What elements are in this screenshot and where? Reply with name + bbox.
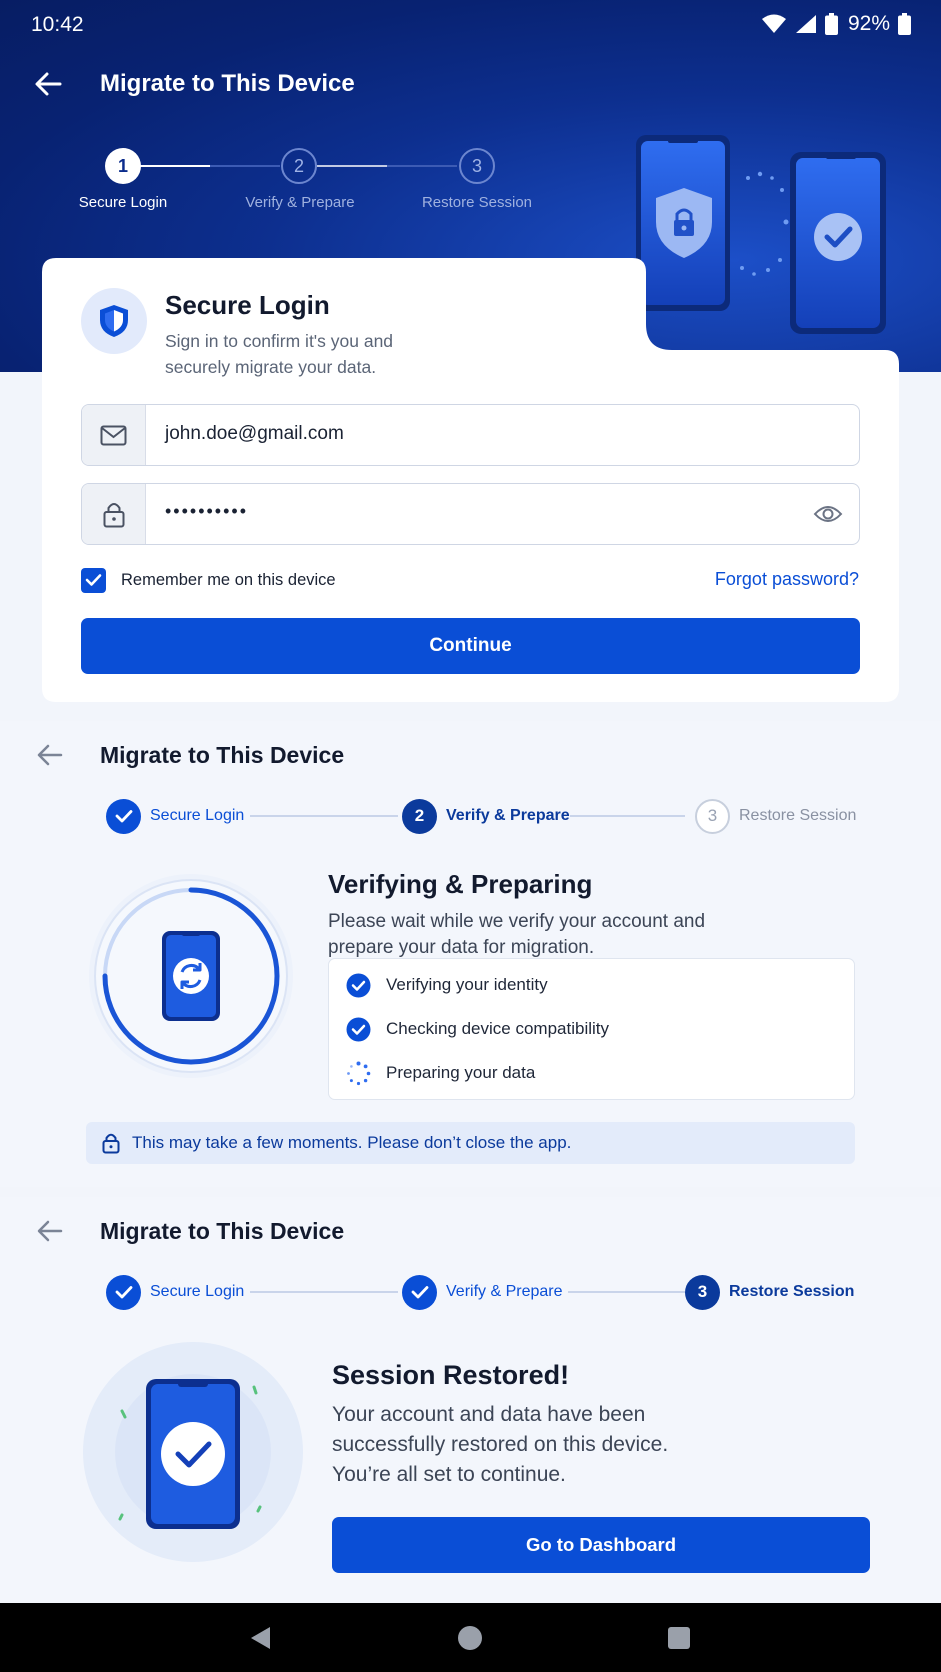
status-bar: 10:42 92%	[0, 0, 941, 50]
forgot-password-link[interactable]: Forgot password?	[715, 569, 859, 590]
page-title: Migrate to This Device	[100, 742, 345, 768]
spinner-icon	[347, 1061, 371, 1085]
remember-me-checkbox[interactable]: Remember me on this device	[81, 567, 336, 593]
battery-percent: 92%	[847, 12, 890, 35]
nav-recents-icon[interactable]	[664, 1623, 694, 1653]
step-secure-login: Secure Login	[106, 798, 244, 834]
step-done-circle	[106, 1274, 141, 1310]
check-icon	[346, 1017, 371, 1041]
step-label: Restore Session	[739, 807, 857, 824]
status-time: 10:42	[31, 13, 84, 36]
step-verify-prepare: 2 Verify & Prepare	[402, 798, 570, 834]
back-arrow-icon[interactable]	[32, 68, 64, 100]
email-value[interactable]: john.doe@gmail.com	[165, 423, 344, 445]
step-verify-prepare: Verify & Prepare	[402, 1274, 563, 1310]
stepper-line	[250, 815, 398, 817]
verification-checklist: Verifying your identity Checking device …	[328, 958, 855, 1100]
app-frame: 10:42 92% Migrate to This Device 1 2 3 S…	[0, 0, 941, 1672]
mail-icon	[100, 425, 127, 445]
login-card: Secure Login Sign in to confirm it's you…	[42, 258, 899, 702]
checklist-label: Verifying your identity	[386, 975, 548, 994]
list-item: Checking device compatibility	[346, 1016, 609, 1042]
step-3-circle: 3	[459, 148, 495, 184]
stepper-line	[568, 1291, 685, 1293]
checkbox-box[interactable]	[81, 567, 106, 593]
step-label: Verify & Prepare	[446, 807, 570, 824]
hero-stepper: 1 2 3 Secure Login Verify & Prepare Rest…	[0, 148, 600, 218]
step-secure-login: Secure Login	[106, 1274, 244, 1310]
app-bar: Migrate to This Device	[0, 58, 941, 108]
checkbox-check-icon	[85, 574, 102, 586]
login-card-subtitle: Sign in to confirm it's you and securely…	[165, 331, 394, 377]
back-arrow-icon[interactable]	[34, 1215, 66, 1247]
list-item: Verifying your identity	[346, 972, 548, 998]
step-3-label: Restore Session	[421, 194, 533, 211]
nav-back-icon[interactable]	[246, 1623, 276, 1653]
check-icon	[411, 1286, 428, 1299]
success-illustration	[83, 1342, 303, 1562]
check-icon	[346, 973, 371, 997]
page-title: Migrate to This Device	[100, 1218, 345, 1244]
step-done-circle	[402, 1274, 437, 1310]
verify-section: Migrate to This Device Secure Login 2 Ve…	[0, 721, 941, 1187]
verify-heading: Verifying & Preparing	[328, 869, 593, 899]
step-1-circle: 1	[105, 148, 141, 184]
step-done-circle	[106, 798, 141, 834]
shield-icon	[100, 305, 128, 337]
battery-icon	[824, 13, 838, 35]
login-card-title: Secure Login	[165, 290, 330, 320]
restore-description: Your account and data have been successf…	[332, 1403, 669, 1486]
stepper-line	[570, 815, 685, 817]
remember-me-label: Remember me on this device	[121, 570, 336, 589]
step-idle-circle: 3	[695, 798, 730, 834]
continue-button[interactable]: Continue	[81, 618, 860, 674]
notice-banner: This may take a few moments. Please don’…	[86, 1122, 855, 1164]
step-label: Secure Login	[150, 807, 245, 824]
shield-badge	[81, 288, 147, 354]
battery-icon	[898, 13, 911, 35]
restore-heading: Session Restored!	[332, 1360, 570, 1390]
step-current-circle: 2	[402, 798, 437, 834]
step-current-circle: 3	[685, 1274, 720, 1310]
step-label: Verify & Prepare	[446, 1283, 563, 1300]
step-restore-session: 3 Restore Session	[685, 1274, 854, 1310]
signal-icon	[795, 15, 816, 33]
system-nav-bar	[0, 1603, 941, 1672]
step-label: Secure Login	[150, 1283, 245, 1300]
lock-icon	[103, 502, 124, 527]
restore-section: Migrate to This Device Secure Login Veri…	[0, 1197, 941, 1603]
step-restore-session: 3 Restore Session	[695, 798, 856, 834]
verify-description: Please wait while we verify your account…	[328, 911, 706, 958]
password-field[interactable]: ••••••••••	[81, 483, 860, 545]
progress-ring-illustration	[89, 874, 293, 1078]
page-title: Migrate to This Device	[100, 70, 355, 97]
go-to-dashboard-button[interactable]: Go to Dashboard	[332, 1517, 870, 1573]
email-field[interactable]: john.doe@gmail.com	[81, 404, 860, 466]
stepper-line	[387, 165, 457, 167]
step-label: Restore Session	[729, 1283, 855, 1300]
stepper-line	[210, 165, 280, 167]
list-item: Preparing your data	[346, 1060, 535, 1086]
lock-icon	[102, 1133, 120, 1154]
step-2-label: Verify & Prepare	[245, 194, 355, 211]
check-icon	[115, 1286, 132, 1299]
stepper-line	[250, 1291, 398, 1293]
step-2-circle: 2	[281, 148, 317, 184]
password-value[interactable]: ••••••••••	[165, 501, 248, 522]
email-field-prefix	[82, 405, 146, 465]
nav-home-icon[interactable]	[455, 1623, 485, 1653]
password-field-prefix	[82, 484, 146, 544]
notice-text: This may take a few moments. Please don’…	[132, 1133, 572, 1152]
stepper-line	[140, 165, 210, 167]
wifi-icon	[761, 14, 786, 33]
step-1-label: Secure Login	[78, 194, 168, 211]
stepper-line	[317, 165, 387, 167]
back-arrow-icon[interactable]	[34, 739, 66, 771]
eye-icon[interactable]	[813, 500, 843, 528]
check-icon	[115, 810, 132, 823]
status-icons: 92%	[761, 12, 911, 36]
checklist-label: Preparing your data	[386, 1063, 536, 1082]
checklist-label: Checking device compatibility	[386, 1019, 609, 1038]
